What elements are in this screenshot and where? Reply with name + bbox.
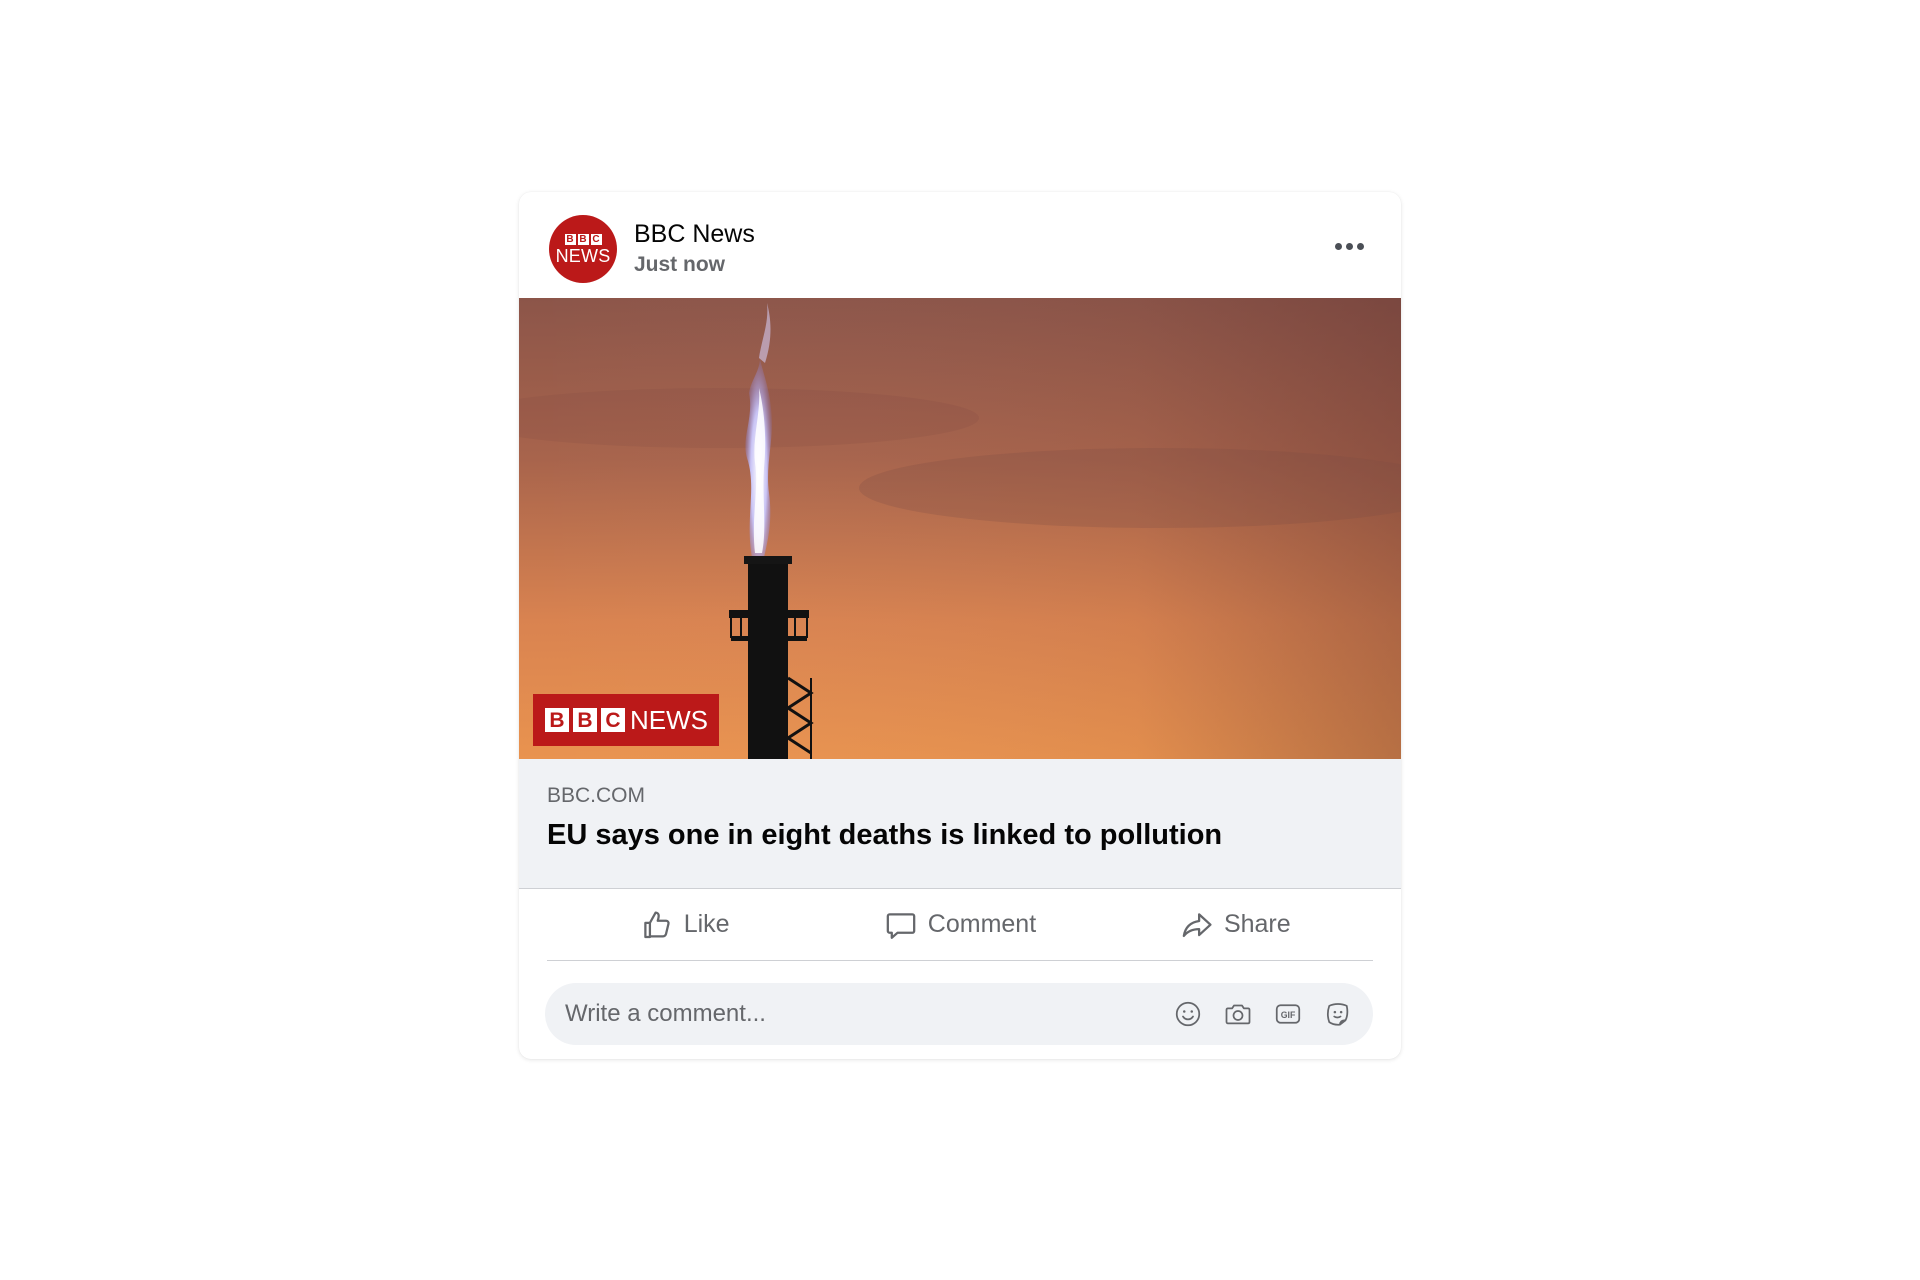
avatar-bbc-letter: C [590,234,602,245]
avatar-bbc-letter: B [577,234,589,245]
avatar-news-text: NEWS [555,246,611,266]
sticker-button[interactable] [1321,997,1355,1031]
more-options-button[interactable] [1327,234,1371,258]
post-header: B B C NEWS BBC News Just now [519,192,1401,298]
thumbs-up-icon [643,911,670,938]
emoji-button[interactable] [1171,997,1205,1031]
bbc-news-watermark: B B C NEWS [533,694,719,746]
camera-icon [1225,1004,1251,1025]
avatar[interactable]: B B C NEWS [549,215,617,283]
post-image[interactable]: B B C NEWS [519,298,1401,759]
gif-icon: GIF [1275,1004,1301,1024]
watermark-letter: B [577,709,592,732]
svg-text:GIF: GIF [1281,1010,1296,1020]
post-card: B B C NEWS BBC News Just now B B C NEWS … [519,192,1401,1059]
post-author[interactable]: BBC News [634,220,755,249]
comment-button[interactable]: Comment [822,889,1097,960]
share-button[interactable]: Share [1098,889,1373,960]
avatar-bbc-letter: B [564,234,576,245]
link-preview[interactable]: BBC.COM EU says one in eight deaths is l… [519,759,1401,889]
comment-composer: GIF [545,983,1373,1045]
watermark-letter: B [549,709,564,732]
comment-label: Comment [927,910,1037,938]
smokestack-flare-photo: B B C NEWS [519,298,1401,759]
action-bar: Like Comment Share [547,889,1373,961]
more-horizontal-icon [1356,242,1364,250]
more-horizontal-icon [1334,242,1342,250]
sticker-icon [1326,1003,1349,1026]
watermark-word: NEWS [630,705,708,735]
like-button[interactable]: Like [547,889,822,960]
watermark-letter: C [605,709,620,732]
emoji-icon [1175,1001,1201,1027]
gif-button[interactable]: GIF [1271,997,1305,1031]
link-headline[interactable]: EU says one in eight deaths is linked to… [547,819,1222,852]
comment-bubble-icon [886,912,916,939]
link-domain: BBC.COM [547,784,646,807]
photo-button[interactable] [1221,997,1255,1031]
share-label: Share [1223,910,1291,938]
comment-input[interactable] [545,983,1165,1045]
share-arrow-icon [1182,912,1212,937]
post-time[interactable]: Just now [634,253,725,277]
avatar-bbc-blocks: B B C [564,234,602,245]
more-horizontal-icon [1345,242,1353,250]
comment-tools: GIF [1171,997,1355,1031]
like-label: Like [683,910,730,938]
